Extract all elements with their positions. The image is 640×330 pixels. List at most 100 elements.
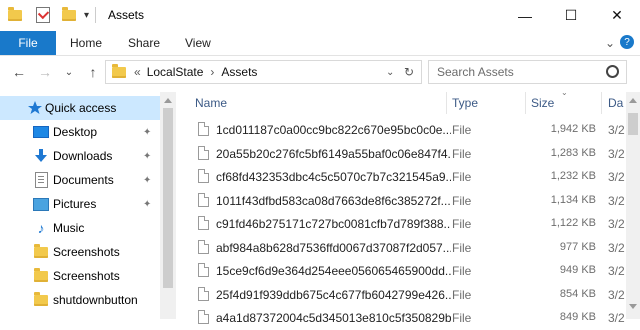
file-icon: [198, 310, 209, 324]
scroll-up-icon[interactable]: [629, 98, 637, 103]
tab-share[interactable]: Share: [128, 31, 160, 55]
minimize-button[interactable]: —: [502, 0, 548, 31]
sidebar-item-label: shutdownbutton: [53, 293, 138, 307]
file-size: 1,134 KB: [550, 193, 596, 206]
file-size: 977 KB: [559, 240, 596, 253]
forward-button[interactable]: →: [36, 63, 54, 81]
sidebar-item-documents[interactable]: Documents ✦: [0, 168, 160, 192]
search-placeholder: Search Assets: [437, 65, 514, 79]
file-icon: [198, 286, 209, 301]
sidebar-item-pictures[interactable]: Pictures ✦: [0, 192, 160, 216]
file-size: 1,942 KB: [550, 123, 596, 135]
column-divider[interactable]: [446, 92, 447, 114]
refresh-icon[interactable]: ↻: [404, 65, 414, 79]
sidebar-item-label: Desktop: [53, 125, 98, 139]
file-type: File: [452, 193, 472, 208]
sidebar-item-screenshots[interactable]: Screenshots: [0, 240, 160, 264]
tab-home[interactable]: Home: [70, 31, 102, 55]
file-name: abf984a8b628d7536ffd0067d37087f2d057...: [216, 240, 451, 255]
folder-icon: [8, 6, 22, 21]
column-header-size[interactable]: Size: [531, 92, 554, 114]
table-row[interactable]: 20a55b20c276fc5bf6149a55baf0c06e847f4...…: [176, 142, 626, 166]
documents-icon: [33, 172, 49, 188]
pin-icon[interactable]: ✦: [143, 175, 151, 186]
music-icon: ♪: [37, 220, 45, 236]
file-name: 15ce9cf6d9e364d254eee056065465900dd...: [216, 264, 451, 278]
table-row[interactable]: 15ce9cf6d9e364d254eee056065465900dd... Fi…: [176, 259, 626, 283]
column-divider[interactable]: [601, 92, 602, 114]
customize-toolbar-icon[interactable]: ▾: [84, 10, 89, 21]
back-button[interactable]: ←: [10, 63, 28, 81]
table-row[interactable]: c91fd46b275171c727bc0081cfb7d789f388... F…: [176, 212, 626, 236]
maximize-button[interactable]: ☐: [548, 0, 594, 31]
column-divider[interactable]: [525, 92, 526, 114]
file-icon: [198, 122, 209, 136]
sidebar-item-screenshots[interactable]: Screenshots: [0, 264, 160, 288]
sidebar-item-label: Screenshots: [53, 245, 120, 259]
up-arrow-icon: ↑: [89, 64, 97, 80]
file-type: File: [452, 123, 472, 137]
quick-access-toolbar: ▾: [8, 6, 97, 24]
breadcrumb-localstate[interactable]: LocalState: [147, 65, 204, 79]
up-button[interactable]: ↑: [84, 63, 102, 81]
sidebar-item-music[interactable]: ♪ Music: [0, 216, 160, 240]
file-icon: [198, 145, 209, 160]
file-name: 1cd011187c0a00cc9bc822c670e95bc0c0e...: [216, 123, 451, 137]
recent-locations-button[interactable]: ⌄: [60, 63, 78, 81]
file-date: 3/2: [608, 146, 625, 161]
folder-icon: [112, 63, 126, 78]
search-icon[interactable]: [606, 65, 619, 78]
search-input[interactable]: Search Assets: [428, 60, 627, 84]
file-date: 3/2: [608, 123, 625, 137]
file-type: File: [452, 287, 472, 302]
table-row[interactable]: a4a1d87372004c5d345013e810c5f350829b... F…: [176, 306, 626, 330]
file-icon: [198, 192, 209, 207]
pin-icon[interactable]: ✦: [143, 199, 151, 210]
file-name: 1011f43dfbd583ca08d7663de8f6c385272f...: [216, 193, 451, 208]
table-row[interactable]: 1011f43dfbd583ca08d7663de8f6c385272f... F…: [176, 189, 626, 213]
table-row[interactable]: 25f4d91f939ddb675c4c677fb6042799e426... F…: [176, 283, 626, 307]
column-header-name[interactable]: Name: [195, 92, 227, 114]
back-arrow-icon: ←: [12, 64, 26, 80]
scrollbar-thumb[interactable]: [163, 108, 173, 288]
breadcrumb-separator[interactable]: ›: [210, 65, 214, 79]
help-icon[interactable]: ?: [620, 35, 634, 49]
sidebar-item-quick-access[interactable]: Quick access: [0, 96, 160, 120]
scroll-up-icon[interactable]: [164, 98, 172, 103]
sidebar-item-desktop[interactable]: Desktop ✦: [0, 120, 160, 144]
table-row[interactable]: abf984a8b628d7536ffd0067d37087f2d057... F…: [176, 236, 626, 260]
scroll-down-icon[interactable]: [629, 304, 637, 309]
navigation-pane: Quick access Desktop ✦ Downloads ✦ Docum…: [0, 92, 160, 319]
desktop-icon: [33, 124, 49, 140]
properties-icon[interactable]: [36, 7, 50, 23]
breadcrumb-assets[interactable]: Assets: [221, 65, 257, 79]
path-overflow-icon[interactable]: «: [134, 65, 141, 79]
address-dropdown-icon[interactable]: ⌄: [386, 67, 394, 78]
file-date: 3/2: [608, 217, 625, 231]
file-name: cf68fd432353dbc4c5c5070c7b7c321545a9...: [216, 170, 451, 184]
column-header-type[interactable]: Type: [452, 92, 478, 114]
close-button[interactable]: ✕: [594, 0, 640, 31]
download-icon: [33, 148, 49, 164]
file-icon: [198, 263, 209, 277]
table-row[interactable]: 1cd011187c0a00cc9bc822c670e95bc0c0e... Fi…: [176, 118, 626, 142]
file-name: 25f4d91f939ddb675c4c677fb6042799e426...: [216, 287, 451, 302]
sidebar-item-shutdownbutton[interactable]: shutdownbutton: [0, 288, 160, 312]
sort-descending-icon: ⌄: [561, 88, 568, 97]
expand-ribbon-icon[interactable]: ⌄: [605, 31, 615, 55]
scrollbar-thumb[interactable]: [628, 113, 638, 135]
tab-file[interactable]: File: [0, 31, 56, 55]
sidebar-item-label: Screenshots: [53, 269, 120, 283]
file-size: 849 KB: [559, 311, 596, 323]
pin-icon[interactable]: ✦: [143, 151, 151, 162]
sidebar-scrollbar[interactable]: [160, 92, 176, 319]
address-bar[interactable]: « LocalState › Assets ⌄ ↻: [105, 60, 422, 84]
table-row[interactable]: cf68fd432353dbc4c5c5070c7b7c321545a9... F…: [176, 165, 626, 189]
column-header-date[interactable]: Da: [608, 92, 623, 114]
pin-icon[interactable]: ✦: [143, 127, 151, 138]
sidebar-item-downloads[interactable]: Downloads ✦: [0, 144, 160, 168]
tab-view[interactable]: View: [185, 31, 211, 55]
sidebar-item-label: Music: [53, 221, 85, 235]
file-date: 3/2: [608, 170, 625, 184]
new-folder-icon[interactable]: [62, 6, 76, 21]
